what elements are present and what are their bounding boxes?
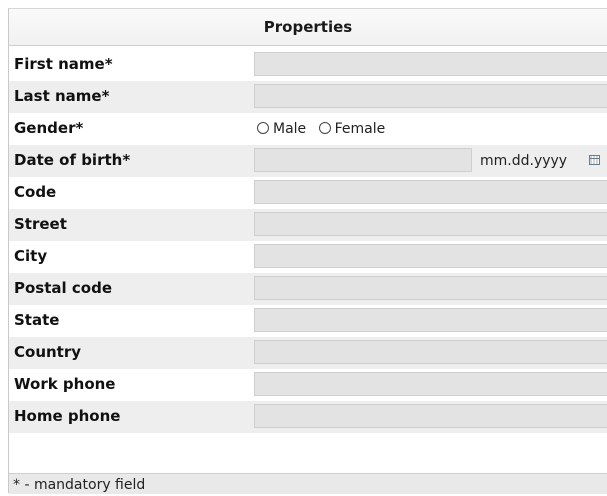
row-street: Street — [9, 209, 607, 241]
radio-circle-icon[interactable] — [257, 122, 269, 134]
row-home-phone: Home phone — [9, 401, 607, 433]
gender-radio-group: Male Female — [257, 113, 393, 145]
calendar-icon[interactable] — [589, 155, 600, 165]
gender-male-label: Male — [273, 121, 307, 137]
date-of-birth-field[interactable] — [254, 148, 472, 172]
row-first-name: First name* — [9, 49, 607, 81]
row-work-phone: Work phone — [9, 369, 607, 401]
first-name-label: First name* — [14, 55, 113, 73]
state-field[interactable] — [254, 308, 607, 332]
date-format-hint: mm.dd.yyyy — [480, 153, 568, 169]
panel-title: Properties — [9, 9, 607, 46]
postal-code-field[interactable] — [254, 276, 607, 300]
properties-panel: Properties First name* Last name* Gender… — [8, 8, 607, 494]
state-label: State — [14, 311, 60, 329]
first-name-field[interactable] — [254, 52, 607, 76]
row-country: Country — [9, 337, 607, 369]
country-field[interactable] — [254, 340, 607, 364]
radio-circle-icon[interactable] — [318, 122, 331, 134]
street-label: Street — [14, 215, 67, 233]
city-field[interactable] — [254, 244, 607, 268]
city-label: City — [14, 247, 48, 265]
properties-form: First name* Last name* Gender* Male Fema… — [9, 49, 607, 433]
row-state: State — [9, 305, 607, 337]
gender-female-label: Female — [334, 121, 386, 137]
gender-female-radio[interactable]: Female — [318, 113, 386, 145]
country-label: Country — [14, 343, 82, 361]
row-postal-code: Postal code — [9, 273, 607, 305]
work-phone-label: Work phone — [14, 375, 116, 393]
last-name-label: Last name* — [14, 87, 110, 105]
gender-label: Gender* — [14, 119, 84, 137]
row-city: City — [9, 241, 607, 273]
row-last-name: Last name* — [9, 81, 607, 113]
street-field[interactable] — [254, 212, 607, 236]
last-name-field[interactable] — [254, 84, 607, 108]
date-of-birth-label: Date of birth* — [14, 151, 131, 169]
code-field[interactable] — [254, 180, 607, 204]
row-code: Code — [9, 177, 607, 209]
home-phone-field[interactable] — [254, 404, 607, 428]
row-gender: Gender* Male Female — [9, 113, 607, 145]
code-label: Code — [14, 183, 57, 201]
postal-code-label: Postal code — [14, 279, 112, 297]
row-date-of-birth: Date of birth* mm.dd.yyyy — [9, 145, 607, 177]
home-phone-label: Home phone — [14, 407, 121, 425]
mandatory-note: * - mandatory field — [9, 473, 607, 494]
gender-male-radio[interactable]: Male — [257, 113, 306, 145]
work-phone-field[interactable] — [254, 372, 607, 396]
